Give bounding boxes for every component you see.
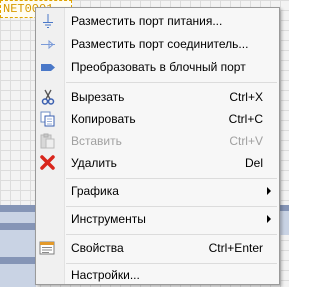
menu-item-label: Преобразовать в блочный порт bbox=[71, 60, 246, 74]
canvas-object-band bbox=[280, 205, 289, 211]
menu-item-label: Разместить порт соединитель... bbox=[71, 37, 249, 51]
menu-item-label: Копировать bbox=[71, 112, 136, 126]
submenu-arrow-icon bbox=[267, 215, 271, 223]
canvas-object-band bbox=[0, 257, 36, 264]
menu-item-place-power-port[interactable]: Разместить порт питания... bbox=[36, 10, 279, 32]
menu-item-label: Графика bbox=[71, 184, 119, 198]
delete-icon bbox=[39, 155, 57, 171]
menu-item-copy[interactable]: Копировать Ctrl+C bbox=[36, 108, 279, 130]
menu-item-paste: Вставить Ctrl+V bbox=[36, 130, 279, 152]
canvas-object-band bbox=[0, 205, 36, 212]
menu-item-tools[interactable]: Инструменты bbox=[36, 208, 279, 230]
menu-item-label: Вставить bbox=[71, 134, 122, 148]
submenu-arrow-icon bbox=[267, 187, 271, 195]
menu-item-cut[interactable]: Вырезать Ctrl+X bbox=[36, 86, 279, 108]
menu-separator bbox=[66, 82, 277, 83]
power-port-icon bbox=[39, 13, 57, 29]
canvas-object bbox=[0, 205, 36, 287]
menu-item-properties[interactable]: Свойства Ctrl+Enter bbox=[36, 237, 279, 259]
copy-icon bbox=[39, 111, 57, 127]
menu-item-label: Вырезать bbox=[71, 90, 125, 104]
menu-item-shortcut: Ctrl+C bbox=[228, 112, 263, 126]
menu-item-shortcut: Ctrl+Enter bbox=[208, 241, 263, 255]
connector-port-icon bbox=[39, 36, 57, 52]
canvas-object bbox=[280, 205, 289, 235]
menu-separator bbox=[66, 178, 277, 179]
menu-item-settings[interactable]: Настройки... bbox=[36, 264, 279, 286]
menu-item-shortcut: Del bbox=[244, 156, 263, 170]
menu-item-graphics[interactable]: Графика bbox=[36, 180, 279, 202]
scissors-icon bbox=[39, 89, 57, 105]
canvas-object-band bbox=[0, 223, 36, 230]
paste-icon bbox=[39, 133, 57, 149]
menu-item-label: Настройки... bbox=[71, 268, 140, 282]
menu-separator bbox=[66, 234, 277, 235]
menu-item-label: Свойства bbox=[71, 241, 124, 255]
menu-item-label: Инструменты bbox=[71, 212, 146, 226]
block-port-icon bbox=[39, 59, 57, 75]
properties-icon bbox=[39, 240, 57, 256]
menu-item-shortcut: Ctrl+X bbox=[229, 90, 263, 104]
menu-item-place-connector-port[interactable]: Разместить порт соединитель... bbox=[36, 33, 279, 55]
menu-item-convert-block-port[interactable]: Преобразовать в блочный порт bbox=[36, 56, 279, 78]
menu-item-delete[interactable]: Удалить Del bbox=[36, 152, 279, 174]
menu-item-shortcut: Ctrl+V bbox=[229, 134, 263, 148]
menu-separator bbox=[66, 206, 277, 207]
menu-item-label: Разместить порт питания... bbox=[71, 14, 223, 28]
context-menu: Разместить порт питания... Разместить по… bbox=[35, 7, 280, 285]
menu-item-label: Удалить bbox=[71, 156, 117, 170]
